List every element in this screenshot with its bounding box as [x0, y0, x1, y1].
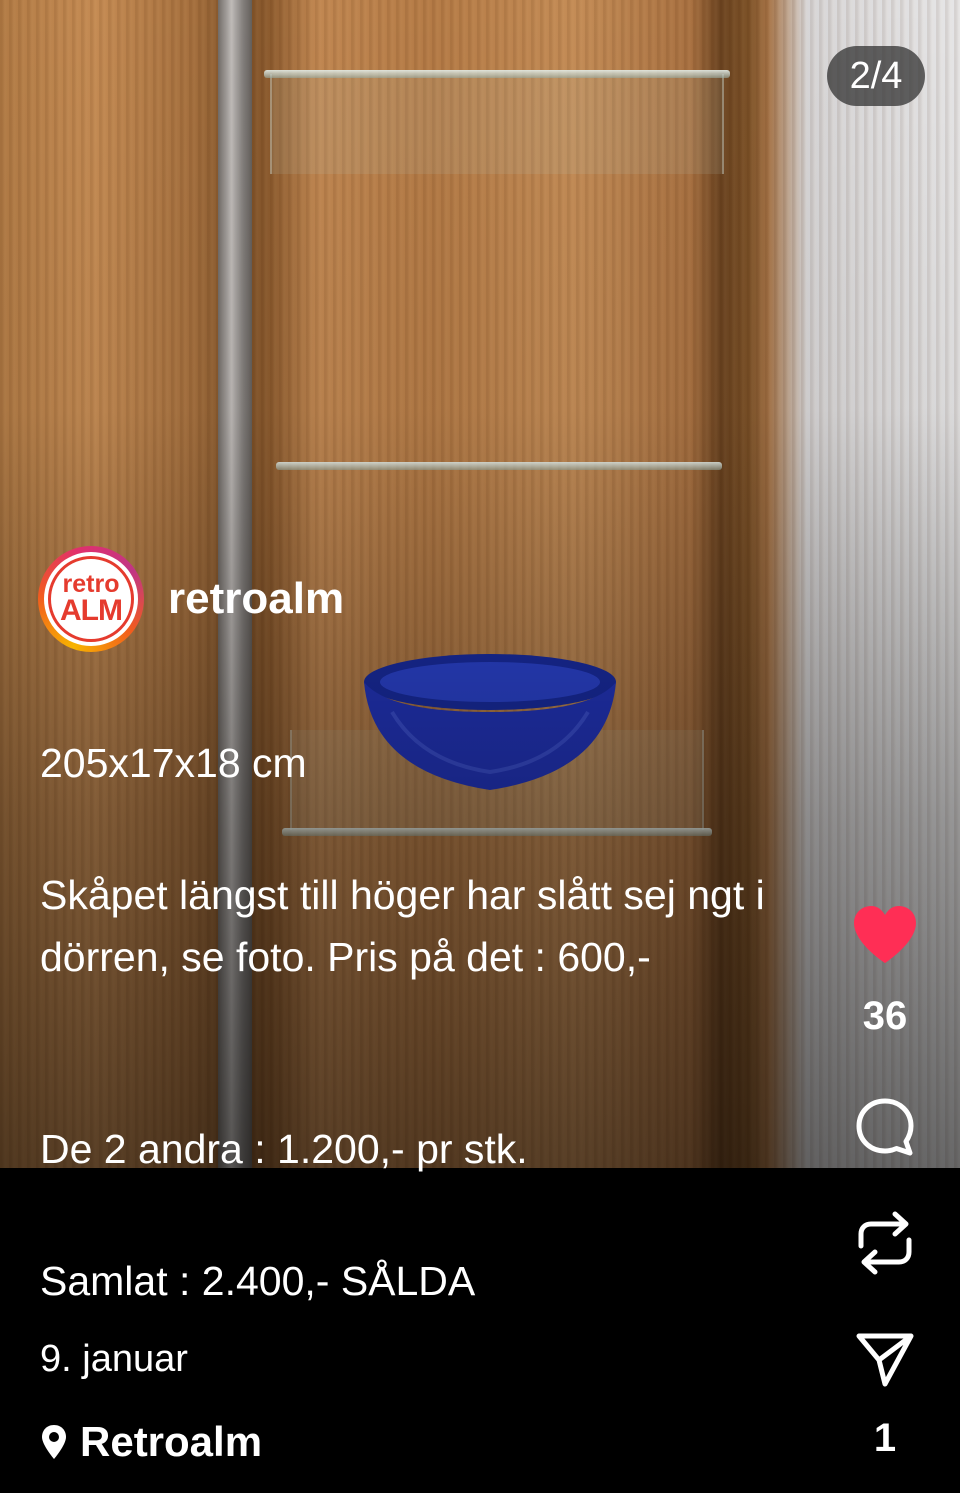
post-screen: 2/4 retro ALM retroalm 205x17x18 cm Skåp…	[0, 0, 960, 1493]
location-tag[interactable]: Retroalm	[40, 1418, 262, 1466]
post-date: 9. januar	[40, 1338, 188, 1380]
author-row[interactable]: retro ALM retroalm	[38, 546, 344, 652]
avatar-logo: retro ALM	[48, 556, 134, 642]
media-counter: 2/4	[827, 46, 925, 106]
avatar[interactable]: retro ALM	[38, 546, 144, 652]
location-pin-icon	[42, 1425, 66, 1459]
comment-button[interactable]	[850, 1092, 920, 1162]
heart-icon	[854, 906, 916, 963]
send-icon	[856, 1333, 914, 1387]
share-count[interactable]: 1	[840, 1416, 930, 1461]
avatar-ring-inner: retro ALM	[44, 552, 138, 646]
caption-paragraph: Samlat : 2.400,- SÅLDA	[40, 1258, 476, 1304]
location-name: Retroalm	[80, 1418, 263, 1465]
caption-paragraph: Skåpet längst till höger har slått sej n…	[40, 872, 765, 980]
repost-icon	[858, 1211, 912, 1275]
share-button[interactable]	[850, 1326, 920, 1392]
caption-paragraph: De 2 andra : 1.200,- pr stk.	[40, 1126, 528, 1172]
caption-dimensions: 205x17x18 cm	[40, 740, 307, 786]
repost-button[interactable]	[850, 1208, 920, 1278]
avatar-logo-bottom: ALM	[60, 593, 123, 627]
like-count[interactable]: 36	[840, 994, 930, 1039]
like-button[interactable]	[850, 900, 920, 970]
username[interactable]: retroalm	[168, 574, 344, 624]
comment-icon	[856, 1098, 914, 1156]
